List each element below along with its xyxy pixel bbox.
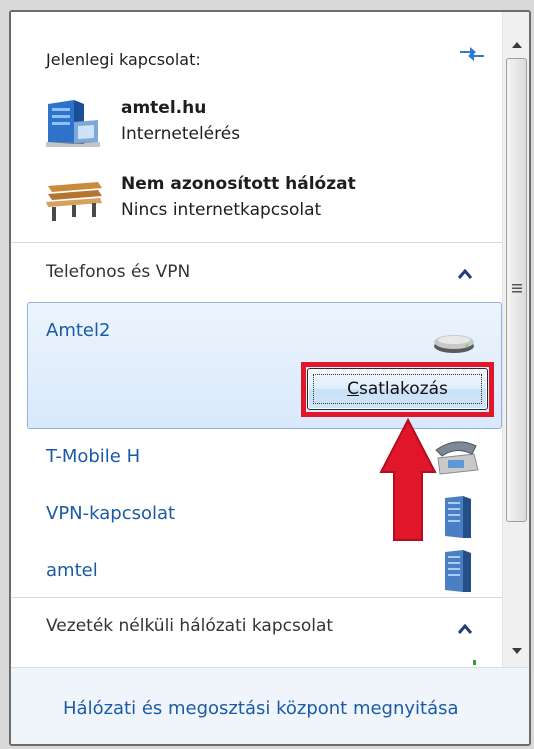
connection-status: Internetelérés <box>121 124 241 144</box>
flyout-footer: Hálózati és megosztási központ megnyitás… <box>11 667 529 744</box>
chevron-up-icon[interactable] <box>454 263 476 285</box>
connection-item-t-mobile-h[interactable]: T-Mobile H <box>27 430 502 486</box>
focus-rectangle <box>313 374 482 404</box>
scrollbar-thumb[interactable] <box>506 58 527 522</box>
connection-unidentified <box>44 172 104 224</box>
connection-list: Jelenlegi kapcsolat: amtel.hu Internetel… <box>11 12 502 667</box>
connection-item-name: VPN-kapcsolat <box>46 503 176 524</box>
grip-icon <box>512 284 522 293</box>
connection-name: amtel.hu <box>121 98 207 118</box>
network-server-icon <box>46 100 100 147</box>
connection-status: Nincs internetkapcsolat <box>121 200 322 220</box>
signal-strength-icon <box>473 660 476 665</box>
telephone-icon <box>435 441 479 475</box>
vpn-server-icon <box>445 496 471 538</box>
connection-item-name: T-Mobile H <box>46 446 141 467</box>
scroll-up-arrow-icon <box>511 42 522 48</box>
chevron-up-icon[interactable] <box>454 618 476 640</box>
scroll-down-arrow-icon <box>511 648 522 654</box>
section-header-dialup-vpn[interactable]: Telefonos és VPN <box>11 243 502 299</box>
section-label: Telefonos és VPN <box>46 262 191 282</box>
connection-item-amtel[interactable]: amtel <box>27 544 502 596</box>
connection-amtel-hu <box>44 98 104 150</box>
section-header-wireless[interactable]: Vezeték nélküli hálózati kapcsolat <box>11 598 502 654</box>
park-bench-icon <box>46 182 102 221</box>
scroll-down-button[interactable] <box>505 640 528 662</box>
connection-item-name: Amtel2 <box>46 320 111 341</box>
network-flyout: Jelenlegi kapcsolat: amtel.hu Internetel… <box>9 10 531 746</box>
connection-item-vpn-kapcsolat[interactable]: VPN-kapcsolat <box>27 486 502 544</box>
modem-icon <box>434 335 474 353</box>
refresh-arrows-icon[interactable] <box>456 42 488 64</box>
vpn-server-icon <box>445 550 471 592</box>
current-connection-header: Jelenlegi kapcsolat: <box>46 50 201 69</box>
connection-name: Nem azonosított hálózat <box>121 174 356 194</box>
network-sharing-center-link[interactable]: Hálózati és megosztási központ megnyitás… <box>63 698 459 719</box>
connect-button[interactable]: Csatlakozás <box>307 368 488 410</box>
scroll-up-button[interactable] <box>505 34 528 56</box>
connection-item-name: amtel <box>46 560 98 581</box>
section-label: Vezeték nélküli hálózati kapcsolat <box>46 616 334 636</box>
vertical-scrollbar[interactable] <box>502 12 529 667</box>
